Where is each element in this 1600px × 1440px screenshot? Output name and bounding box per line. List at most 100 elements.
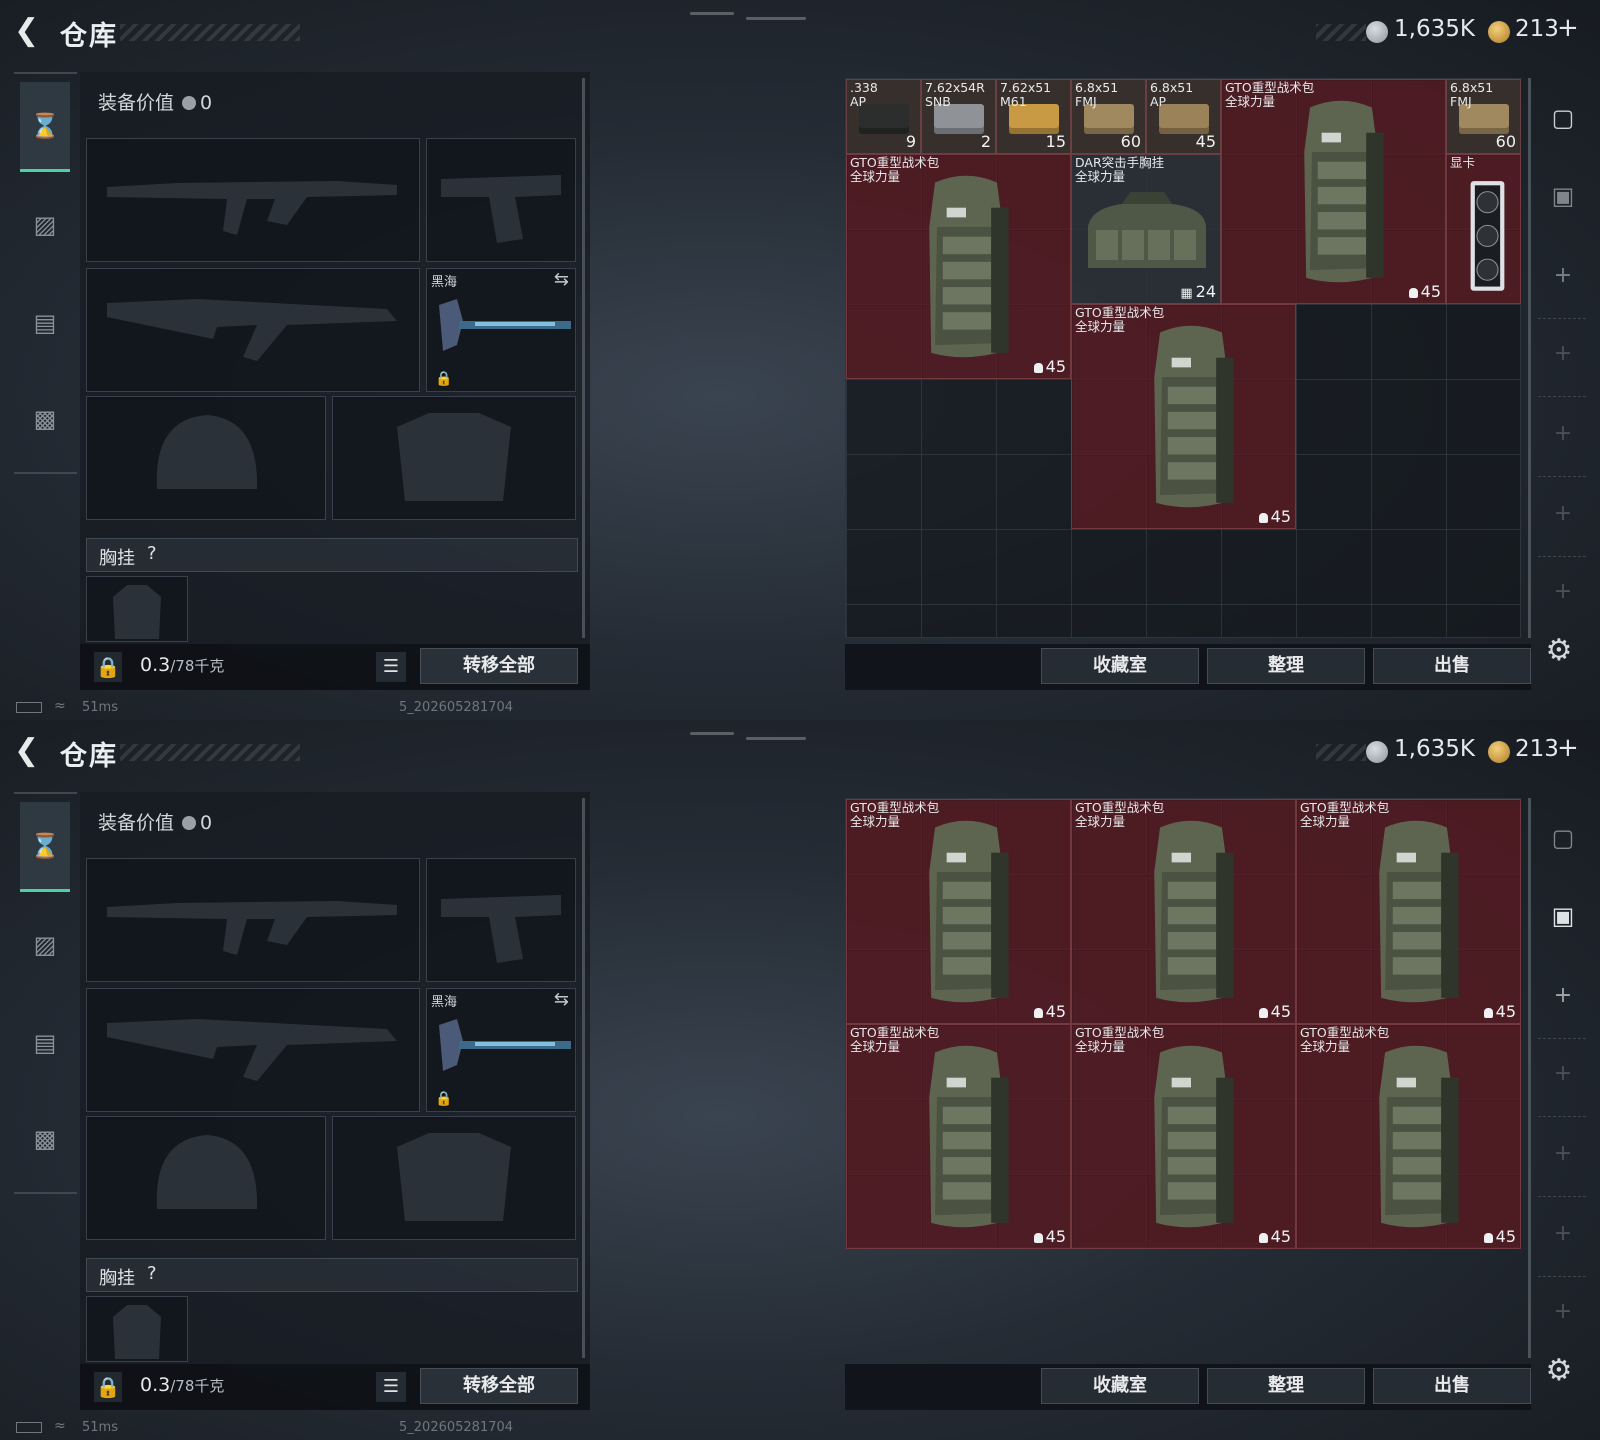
back-button[interactable]: ❮ (14, 734, 46, 768)
gpu-item[interactable]: 显卡 (1446, 154, 1521, 304)
item-name: GTO重型战术包 全球力量 (1300, 800, 1390, 829)
equipment-scrollbar[interactable] (582, 798, 585, 1358)
secondary-weapon-slot[interactable] (86, 988, 420, 1112)
tab-backpack[interactable]: ▨ (20, 900, 70, 990)
add-stash-page-button[interactable]: + (1546, 1057, 1580, 1091)
weight-current: 0.3 (140, 654, 171, 676)
item-name: GTO重型战术包 全球力量 (1225, 80, 1315, 109)
tab-weapons[interactable]: ⌛ (20, 802, 70, 892)
sell-button[interactable]: 出售 (1373, 1368, 1531, 1404)
collection-room-button[interactable]: 收藏室 (1041, 648, 1199, 684)
weight-max: /78千克 (170, 1377, 225, 1395)
helmet-slot[interactable] (86, 1116, 326, 1240)
settings-gear-icon[interactable]: ⚙ (1540, 1352, 1578, 1390)
stash-scrollbar[interactable] (1528, 798, 1531, 1358)
add-stash-page-button[interactable]: + (1546, 417, 1580, 451)
stash-main-tab-icon[interactable]: ▢ (1544, 100, 1582, 136)
add-stash-page-button[interactable]: + (1546, 1295, 1580, 1329)
sidearm-slot[interactable] (426, 858, 576, 982)
chest-rig-slot[interactable] (86, 1296, 188, 1362)
backpack-item[interactable]: GTO重型战术包 全球力量 45 (846, 799, 1071, 1024)
item-name: 6.8x51 FMJ (1450, 80, 1494, 109)
ammo-item[interactable]: 7.62x51 M61 15 (996, 79, 1071, 154)
list-view-button[interactable]: ☰ (376, 1372, 406, 1402)
equipment-scrollbar[interactable] (582, 78, 585, 638)
backpack-item[interactable]: GTO重型战术包 全球力量 45 (846, 154, 1071, 379)
lock-icon[interactable]: 🔒 (94, 1372, 122, 1402)
chest-rig-slot[interactable] (86, 576, 188, 642)
backpack-item[interactable]: GTO重型战术包 全球力量 45 (1296, 1024, 1521, 1249)
back-button[interactable]: ❮ (14, 14, 46, 48)
page-title: 仓库 (60, 21, 118, 52)
backpack-item[interactable]: GTO重型战术包 全球力量 45 (846, 1024, 1071, 1249)
swap-icon[interactable]: ⇆ (554, 989, 569, 1010)
add-stash-page-button[interactable]: + (1546, 1137, 1580, 1171)
lock-icon[interactable]: 🔒 (94, 652, 122, 682)
stash-gallery-tab-icon[interactable]: ▣ (1544, 178, 1582, 214)
primary-weapon-slot[interactable] (86, 138, 420, 262)
collection-room-button[interactable]: 收藏室 (1041, 1368, 1199, 1404)
sidearm-slot[interactable] (426, 138, 576, 262)
add-stash-page-button[interactable]: + (1546, 979, 1580, 1013)
backpack-item[interactable]: GTO重型战术包 全球力量 45 (1296, 799, 1521, 1024)
backpack-item[interactable]: GTO重型战术包 全球力量 45 (1071, 1024, 1296, 1249)
rail-divider (1538, 1038, 1586, 1039)
melee-slot[interactable]: 黑海 ⇆ 🔒 (426, 268, 576, 392)
swap-icon[interactable]: ⇆ (554, 269, 569, 290)
chest-rig-item[interactable]: DAR突击手胸挂 全球力量 ▦ 24 (1071, 154, 1221, 304)
ammo-item[interactable]: .338 AP 9 (846, 79, 921, 154)
secondary-weapon-slot[interactable] (86, 268, 420, 392)
melee-slot[interactable]: 黑海 ⇆ 🔒 (426, 988, 576, 1112)
backpack-item[interactable]: GTO重型战术包 全球力量 45 (1071, 304, 1296, 529)
rail-divider (1538, 556, 1586, 557)
tab-canister[interactable]: ▤ (20, 278, 70, 368)
list-view-button[interactable]: ☰ (376, 652, 406, 682)
armor-slot[interactable] (332, 1116, 576, 1240)
add-stash-page-button[interactable]: + (1546, 1217, 1580, 1251)
sell-button[interactable]: 出售 (1373, 648, 1531, 684)
help-icon[interactable]: ? (147, 543, 157, 564)
primary-weapon-slot[interactable] (86, 858, 420, 982)
rail-divider (1538, 396, 1586, 397)
transfer-all-button[interactable]: 转移全部 (420, 648, 578, 684)
add-stash-page-button[interactable]: + (1546, 259, 1580, 293)
list-icon: ☰ (382, 1376, 400, 1397)
organize-button[interactable]: 整理 (1207, 1368, 1365, 1404)
help-icon[interactable]: ? (147, 1263, 157, 1284)
add-stash-page-button[interactable]: + (1546, 497, 1580, 531)
add-stash-page-button[interactable]: + (1546, 337, 1580, 371)
backpack-item[interactable]: GTO重型战术包 全球力量 45 (1071, 799, 1296, 1024)
tab-weapons[interactable]: ⌛ (20, 82, 70, 172)
lock-icon: 🔒 (435, 371, 453, 387)
item-name: 6.8x51 FMJ (1075, 80, 1119, 109)
add-stash-page-button[interactable]: + (1546, 575, 1580, 609)
transfer-all-button[interactable]: 转移全部 (420, 1368, 578, 1404)
equipment-panel: 装备价值 0 黑海 ⇆ 🔒 胸挂 ? (80, 792, 590, 1410)
ammo-item[interactable]: 6.8x51 FMJ 60 (1446, 79, 1521, 154)
tab-backpack[interactable]: ▨ (20, 180, 70, 270)
tab-toolbox[interactable]: ▩ (20, 1094, 70, 1184)
stash-gallery-tab-icon[interactable]: ▣ (1544, 898, 1582, 934)
backpack-item[interactable]: GTO重型战术包 全球力量 45 (1221, 79, 1446, 304)
equipment-value-label: 装备价值 (98, 812, 175, 834)
organize-button[interactable]: 整理 (1207, 648, 1365, 684)
tab-toolbox[interactable]: ▩ (20, 374, 70, 464)
item-count: 45 (1483, 1227, 1516, 1246)
capacity-icon (1408, 288, 1418, 298)
tab-canister[interactable]: ▤ (20, 998, 70, 1088)
stash-scrollbar[interactable] (1528, 78, 1531, 638)
item-name: GTO重型战术包 全球力量 (850, 800, 940, 829)
ammo-item[interactable]: 7.62x54R SNB 2 (921, 79, 996, 154)
silver-coin-icon (1366, 741, 1388, 763)
equipment-value-label: 装备价值 (98, 92, 175, 114)
item-name: GTO重型战术包 全球力量 (850, 155, 940, 184)
armor-slot[interactable] (332, 396, 576, 520)
ammo-item[interactable]: 6.8x51 FMJ 60 (1071, 79, 1146, 154)
silver-coin-icon (182, 816, 197, 830)
add-gold-button[interactable]: + (1557, 13, 1579, 43)
stash-main-tab-icon[interactable]: ▢ (1544, 820, 1582, 856)
helmet-slot[interactable] (86, 396, 326, 520)
ammo-item[interactable]: 6.8x51 AP 45 (1146, 79, 1221, 154)
settings-gear-icon[interactable]: ⚙ (1540, 632, 1578, 670)
add-gold-button[interactable]: + (1557, 733, 1579, 763)
